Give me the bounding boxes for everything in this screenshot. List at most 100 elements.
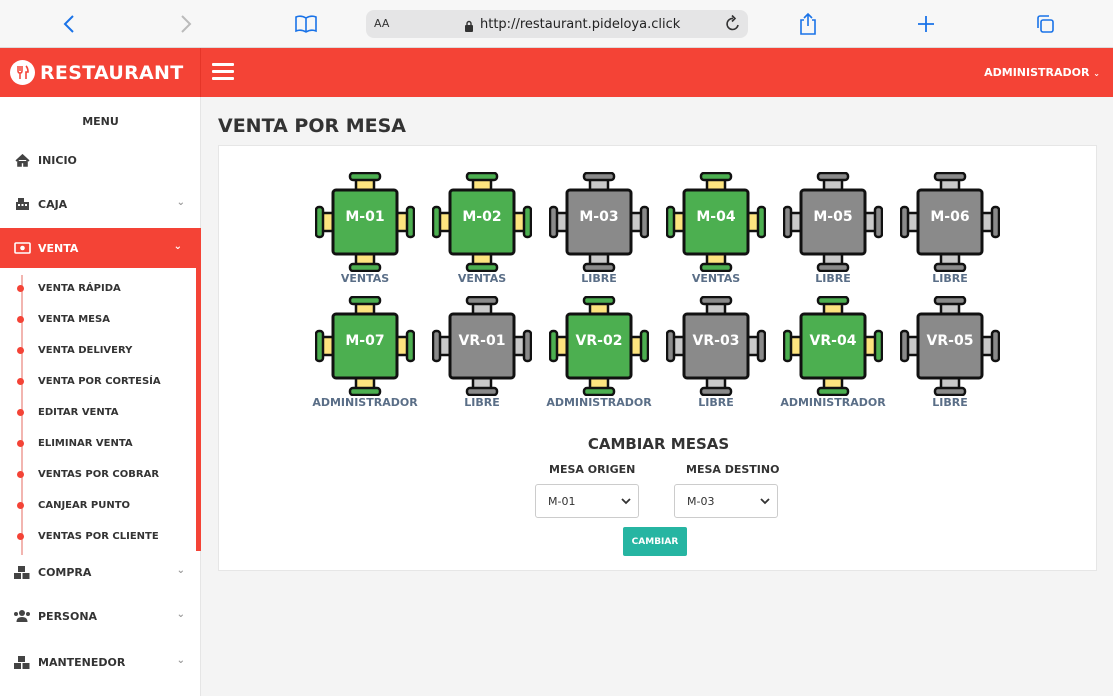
users-icon <box>13 608 31 624</box>
table-card[interactable]: M-04 VENTAS <box>666 172 766 312</box>
chevron-down-icon: ⌄ <box>176 565 185 576</box>
table-card[interactable]: M-02 VENTAS <box>432 172 532 312</box>
submenu-item-ventas-por-cliente[interactable]: VENTAS POR CLIENTE <box>15 521 195 552</box>
sidebar-item-mantenedor[interactable]: MANTENEDOR ⌄ <box>0 642 201 682</box>
chevron-down-icon: ⌄ <box>176 655 185 666</box>
share-icon[interactable] <box>794 10 822 38</box>
user-dropdown[interactable]: ADMINISTRADOR ⌄ <box>984 66 1100 79</box>
forward-icon[interactable] <box>172 10 200 38</box>
table-status: LIBRE <box>932 396 968 409</box>
table-card[interactable]: VR-05 LIBRE <box>900 296 1000 436</box>
new-tab-icon[interactable] <box>912 10 940 38</box>
submenu-label: VENTA DELIVERY <box>38 345 133 356</box>
table-label: M-02 <box>462 209 502 225</box>
table-card[interactable]: M-06 LIBRE <box>900 172 1000 312</box>
browser-toolbar: AA http://restaurant.pideloya.click <box>0 0 1113 48</box>
submenu-item-venta-rapida[interactable]: VENTA RÁPIDA <box>15 273 195 304</box>
sidebar-title: MENU <box>82 115 119 128</box>
reload-icon[interactable] <box>724 14 742 38</box>
destination-label: MESA DESTINO <box>686 463 780 476</box>
submenu-item-venta-mesa[interactable]: VENTA MESA <box>15 304 195 335</box>
submenu-item-ventas-por-cobrar[interactable]: VENTAS POR COBRAR <box>15 459 195 490</box>
brand[interactable]: RESTAURANT <box>0 48 201 97</box>
restaurant-logo-icon <box>10 60 35 85</box>
reader-text-size[interactable]: AA <box>374 17 389 30</box>
change-tables-title: CAMBIAR MESAS <box>587 435 730 453</box>
sidebar-item-caja[interactable]: CAJA ⌄ <box>0 184 201 224</box>
address-bar[interactable]: AA http://restaurant.pideloya.click <box>366 10 748 38</box>
table-card[interactable]: M-01 VENTAS <box>315 172 415 312</box>
sidebar-item-label: PERSONA <box>38 609 98 623</box>
origin-label: MESA ORIGEN <box>549 463 636 476</box>
main-content: VENTA POR MESA M-01 VENTAS M-02 VENTAS M-03 L… <box>201 97 1113 696</box>
tabs-icon[interactable] <box>1031 10 1059 38</box>
submenu-label: ELIMINAR VENTA <box>38 438 133 449</box>
table-label: M-05 <box>813 209 853 225</box>
home-icon <box>13 152 31 168</box>
table-card[interactable]: VR-04 ADMINISTRADOR <box>780 296 886 436</box>
table-label: VR-05 <box>926 333 974 349</box>
table-card[interactable]: VR-02 ADMINISTRADOR <box>546 296 652 436</box>
back-icon[interactable] <box>55 10 83 38</box>
chevron-down-icon: ⌄ <box>176 609 185 620</box>
table-card[interactable]: M-05 LIBRE <box>783 172 883 312</box>
page-title: VENTA POR MESA <box>218 115 406 137</box>
submenu-label: VENTA RÁPIDA <box>38 283 121 294</box>
money-bill-icon <box>13 240 31 256</box>
submenu-item-canjear-punto[interactable]: CANJEAR PUNTO <box>15 490 195 521</box>
lock-icon <box>464 18 474 37</box>
table-status: LIBRE <box>932 272 968 285</box>
destination-selected-value: M-03 <box>687 494 715 508</box>
brand-name: RESTAURANT <box>40 61 184 84</box>
table-card[interactable]: VR-01 LIBRE <box>432 296 532 436</box>
table-label: VR-04 <box>809 333 857 349</box>
submenu-item-venta-cortesia[interactable]: VENTA POR CORTESÍA <box>15 366 195 397</box>
sidebar-item-label: CAJA <box>38 197 68 211</box>
chevron-down-icon <box>621 496 631 509</box>
submenu-label: EDITAR VENTA <box>38 407 119 418</box>
chevron-down-icon <box>760 496 770 509</box>
table-label: M-01 <box>345 209 385 225</box>
table-card[interactable]: M-07 ADMINISTRADOR <box>312 296 418 436</box>
chevron-down-icon: ⌄ <box>1093 69 1100 78</box>
submenu-label: VENTAS POR CLIENTE <box>38 531 159 542</box>
cubes-icon <box>13 564 31 580</box>
submenu-item-venta-delivery[interactable]: VENTA DELIVERY <box>15 335 195 366</box>
table-label: M-04 <box>696 209 736 225</box>
app-header: RESTAURANT ADMINISTRADOR ⌄ <box>0 48 1113 97</box>
sidebar-item-label: INICIO <box>38 153 77 167</box>
origin-table-select[interactable]: M-01 <box>535 484 639 518</box>
bookmarks-icon[interactable] <box>292 10 320 38</box>
tables-panel: M-01 VENTAS M-02 VENTAS M-03 LIBRE M-04 VENTAS M… <box>218 145 1097 571</box>
table-card[interactable]: M-03 LIBRE <box>549 172 649 312</box>
table-label: M-06 <box>930 209 970 225</box>
cash-register-icon <box>13 196 31 212</box>
submenu-label: VENTAS POR COBRAR <box>38 469 160 480</box>
chevron-down-icon: ⌄ <box>173 241 182 252</box>
table-card[interactable]: VR-03 LIBRE <box>666 296 766 436</box>
table-label: VR-02 <box>575 333 623 349</box>
submenu-label: VENTA MESA <box>38 314 110 325</box>
chevron-down-icon: ⌄ <box>176 197 185 208</box>
sidebar-item-persona[interactable]: PERSONA ⌄ <box>0 596 201 636</box>
submenu-item-editar-venta[interactable]: EDITAR VENTA <box>15 397 195 428</box>
change-button[interactable]: CAMBIAR <box>623 527 687 556</box>
destination-table-select[interactable]: M-03 <box>674 484 778 518</box>
table-label: M-07 <box>345 333 385 349</box>
submenu-item-eliminar-venta[interactable]: ELIMINAR VENTA <box>15 428 195 459</box>
origin-selected-value: M-01 <box>548 494 576 508</box>
hamburger-menu-icon[interactable] <box>212 63 234 81</box>
table-label: VR-03 <box>692 333 740 349</box>
sidebar-item-label: COMPRA <box>38 565 92 579</box>
submenu-label: VENTA POR CORTESÍA <box>38 376 161 387</box>
cubes-icon <box>13 654 31 670</box>
sidebar-item-inicio[interactable]: INICIO <box>0 140 201 180</box>
sidebar-item-compra[interactable]: COMPRA ⌄ <box>0 552 201 592</box>
sidebar-item-label: MANTENEDOR <box>38 655 126 669</box>
url-text: http://restaurant.pideloya.click <box>480 17 681 32</box>
user-name: ADMINISTRADOR <box>984 66 1090 79</box>
submenu-label: CANJEAR PUNTO <box>38 500 131 511</box>
sidebar: MENU INICIO CAJA ⌄ VENTA ⌄ VENTA RÁPIDA … <box>0 97 201 696</box>
sidebar-item-label: VENTA <box>38 241 79 255</box>
sidebar-item-venta[interactable]: VENTA ⌄ <box>0 228 198 268</box>
